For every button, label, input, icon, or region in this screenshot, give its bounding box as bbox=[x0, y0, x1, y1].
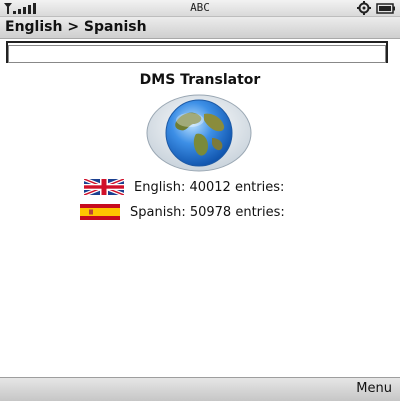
app-name: DMS Translator bbox=[139, 72, 261, 88]
page-title: English > Spanish bbox=[5, 19, 147, 35]
softkey-bar: Menu bbox=[0, 377, 400, 401]
spain-flag-icon bbox=[80, 204, 120, 220]
dictionary-row-english: English: 40012 entries: bbox=[84, 178, 284, 196]
spanish-entries-label: Spanish: 50978 entries: bbox=[130, 204, 285, 220]
globe-icon bbox=[146, 94, 252, 172]
battery-icon bbox=[376, 3, 395, 14]
status-icons bbox=[357, 1, 395, 15]
input-mode-indicator: ABC bbox=[190, 1, 210, 14]
uk-flag-icon bbox=[84, 179, 124, 195]
menu-softkey[interactable]: Menu bbox=[356, 381, 392, 396]
status-bar: ABC bbox=[0, 0, 400, 17]
english-entries-label: English: 40012 entries: bbox=[134, 179, 285, 195]
search-field-frame[interactable] bbox=[6, 41, 388, 63]
search-input[interactable] bbox=[8, 45, 386, 63]
settings-icon bbox=[357, 1, 371, 15]
dictionary-row-spanish: Spanish: 50978 entries: bbox=[80, 203, 285, 221]
title-bar: English > Spanish bbox=[0, 17, 400, 39]
